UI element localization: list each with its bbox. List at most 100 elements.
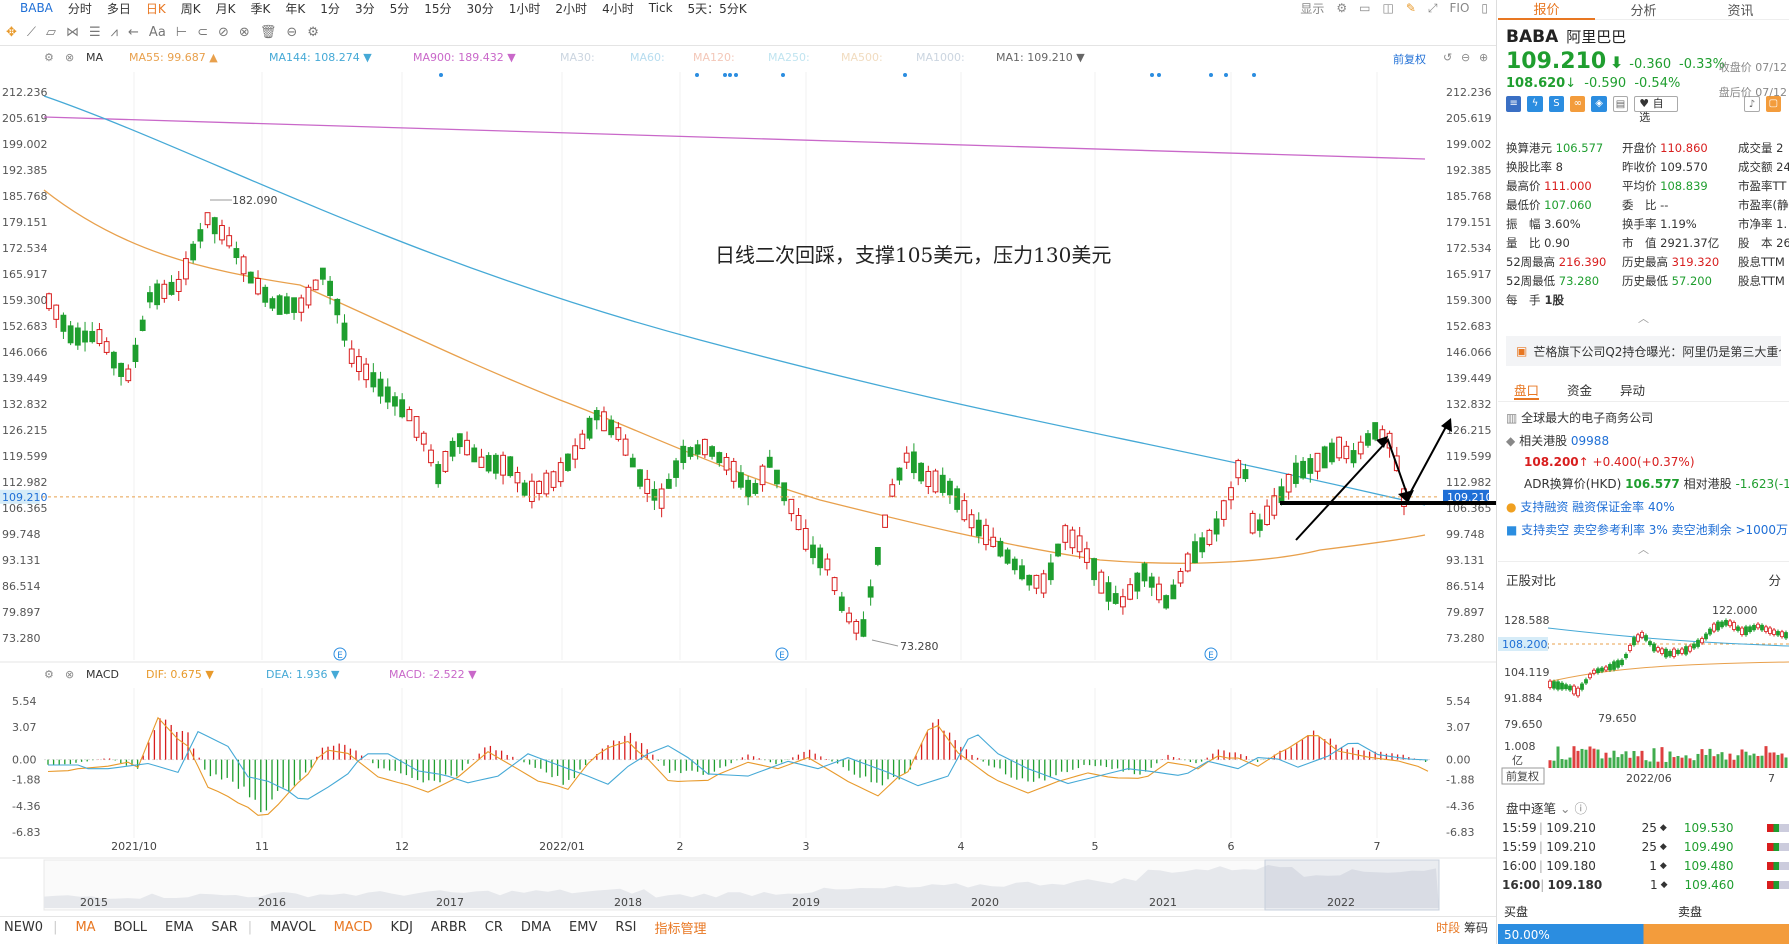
tab-analysis[interactable]: 分析 — [1595, 0, 1692, 19]
zoom-out-icon[interactable]: ⊖ — [1461, 51, 1470, 64]
options-icon[interactable]: ∞ — [1570, 96, 1586, 112]
ind-13[interactable]: 指标管理 — [655, 918, 707, 937]
ind-4[interactable]: SAR — [211, 920, 237, 935]
news-text[interactable]: 芒格旗下公司Q2持仓曝光：阿里仍是第三大重仓 — [1533, 343, 1781, 360]
lightning-icon[interactable]: ϟ — [1527, 96, 1543, 112]
mini-vol-bar — [1764, 746, 1768, 768]
collapse-icon[interactable]: ︿ — [1498, 310, 1789, 326]
stat-label: 成交额 — [1738, 160, 1773, 174]
ind-3[interactable]: EMA — [165, 920, 193, 935]
ma-settings-icon[interactable]: ⚙ — [44, 51, 54, 64]
short-text[interactable]: 支持卖空 卖空参考利率 3% 卖空池剩余 >1000万 — [1521, 523, 1788, 537]
earnings-letter: E — [779, 651, 785, 661]
news-bar[interactable]: ▣ 芒格旗下公司Q2持仓曝光：阿里仍是第三大重仓 — [1506, 336, 1781, 366]
mini-vol-bar — [1712, 756, 1716, 768]
candle-body — [219, 225, 225, 241]
macd-settings-icon[interactable]: ⚙ — [44, 668, 54, 681]
candle-body — [802, 528, 809, 550]
candle-body — [528, 480, 535, 502]
candle-body — [478, 456, 485, 468]
stat-cell: 每 手 1股 — [1506, 292, 1622, 308]
tab-orderbook[interactable]: 盘口 — [1514, 380, 1540, 400]
ind-7[interactable]: KDJ — [391, 920, 413, 935]
ma-close-icon[interactable]: ⊗ — [65, 51, 74, 64]
adr-line: ADR换算价(HKD) 106.577 相对港股 -1.623(-1. — [1498, 472, 1789, 495]
stat-cell: 股 本 26 — [1738, 235, 1789, 251]
mini-candle — [1680, 648, 1684, 654]
stat-cell: 市 值 2921.37亿 — [1622, 235, 1738, 251]
compare-right[interactable]: 分 — [1768, 570, 1781, 589]
mini-candle — [1596, 668, 1600, 673]
event-dot — [1209, 73, 1213, 77]
close-label: 收盘价 07/12 — [1718, 61, 1787, 74]
candle-body — [46, 293, 52, 310]
watchlist-button[interactable]: ♥ 自选 — [1634, 96, 1679, 124]
candle-body — [874, 546, 881, 565]
month-label: 6 — [1228, 840, 1235, 853]
candle-body — [211, 217, 218, 235]
y-tick-left: 165.917 — [2, 268, 48, 281]
tab-quote[interactable]: 报价 — [1498, 0, 1595, 20]
candle-body — [327, 280, 333, 296]
candle-body — [925, 470, 932, 487]
hk-icon: ◆ — [1506, 434, 1516, 448]
quote-header: BABA 阿里巴巴 109.210 ⬇ -0.360 -0.33% 收盘价 07/… — [1506, 27, 1787, 124]
stat-value: 26 — [1772, 236, 1789, 250]
ind-1[interactable]: MA — [75, 920, 95, 935]
stat-cell: 股息TTM — [1738, 273, 1789, 289]
y-tick-left: 132.832 — [2, 398, 48, 411]
month-label: 11 — [255, 840, 269, 853]
ind-5[interactable]: MAVOL — [270, 920, 315, 935]
y-tick-left: 146.066 — [2, 346, 48, 359]
mini-vol-bar — [1548, 760, 1552, 768]
y-tick-right: 139.449 — [1446, 372, 1492, 385]
mini-vol-bar — [1632, 751, 1636, 768]
tab-news[interactable]: 资讯 — [1692, 0, 1789, 19]
stat-value: 319.320 — [1668, 255, 1720, 269]
macd-close-icon[interactable]: ⊗ — [65, 668, 74, 681]
ma-title[interactable]: MA — [86, 51, 103, 64]
ind-2[interactable]: BOLL — [114, 920, 147, 935]
s-badge-icon[interactable]: S — [1548, 96, 1565, 112]
macd-tick-left: 5.54 — [12, 695, 37, 708]
candle-body — [1076, 535, 1083, 553]
indicator-bar: NEW0 | MA BOLL EMA SAR | MAVOL MACD KDJ … — [0, 916, 1496, 938]
macd-title[interactable]: MACD — [86, 668, 119, 681]
stat-cell: 历史最低 57.200 — [1622, 273, 1738, 289]
mini-chart[interactable]: 128.588116.353104.11991.88479.6501.008亿1… — [1498, 592, 1789, 802]
ma144-value: MA144: 108.274 ▼ — [269, 51, 372, 64]
ind-0[interactable]: NEW0 — [4, 920, 43, 935]
ind-8[interactable]: ARBR — [431, 920, 467, 935]
tab-movements[interactable]: 异动 — [1620, 380, 1645, 401]
ind-9[interactable]: CR — [485, 920, 503, 935]
doc-icon[interactable]: ▤ — [1612, 96, 1629, 112]
ind-12[interactable]: RSI — [615, 920, 636, 935]
candle-body — [276, 295, 283, 315]
event-dot — [903, 73, 907, 77]
candle-body — [1278, 486, 1285, 504]
tape-time: 15:59 — [1502, 839, 1537, 854]
trade-tape: 15:59 | 109.210 25 ◆ 109.530 15:59 | 109.210 25 ◆ 1… — [1498, 818, 1789, 894]
tag-icon[interactable]: ◈ — [1591, 96, 1607, 112]
zoom-in-icon[interactable]: ⊕ — [1479, 51, 1488, 64]
candle-body — [550, 471, 557, 488]
hk-code[interactable]: 09988 — [1571, 434, 1609, 448]
candle-body — [514, 472, 521, 484]
tape-bid-price: 109.460 — [1684, 877, 1735, 892]
ind-11[interactable]: EMV — [569, 920, 597, 935]
candle-body — [766, 456, 773, 468]
tab-funds[interactable]: 资金 — [1567, 380, 1592, 401]
session-toggle[interactable]: 时段 — [1436, 921, 1460, 935]
ind-10[interactable]: DMA — [521, 920, 551, 935]
candle-body — [1170, 584, 1177, 600]
collapse-icon-2[interactable]: ︿ — [1498, 541, 1789, 557]
ind-6[interactable]: MACD — [334, 920, 373, 935]
candle-body — [608, 419, 615, 436]
margin-text[interactable]: 支持融资 融资保证金率 40% — [1520, 500, 1674, 514]
quote-symbol: BABA — [1506, 27, 1559, 47]
chips-toggle[interactable]: 筹码 — [1464, 921, 1488, 935]
candle-body — [1141, 563, 1148, 582]
chart-svg[interactable]: 212.236 212.236 205.619 205.619 199.002 199.0… — [0, 0, 1497, 944]
undo-icon[interactable]: ↺ — [1443, 51, 1452, 64]
adjust-toggle[interactable]: 前复权 — [1393, 51, 1426, 67]
